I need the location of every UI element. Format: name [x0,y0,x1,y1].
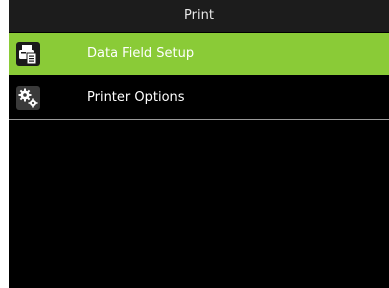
menu-item-label: Data Field Setup [87,46,195,61]
page-title: Print [9,0,389,32]
device-screen: Print Data Field Setup Printer Options [9,0,389,288]
menu-item-label: Printer Options [87,90,185,105]
menu-item-data-field-setup[interactable]: Data Field Setup [9,33,389,75]
printer-document-icon [16,42,40,66]
menu-item-printer-options[interactable]: Printer Options [9,77,389,120]
gears-icon [16,86,40,110]
